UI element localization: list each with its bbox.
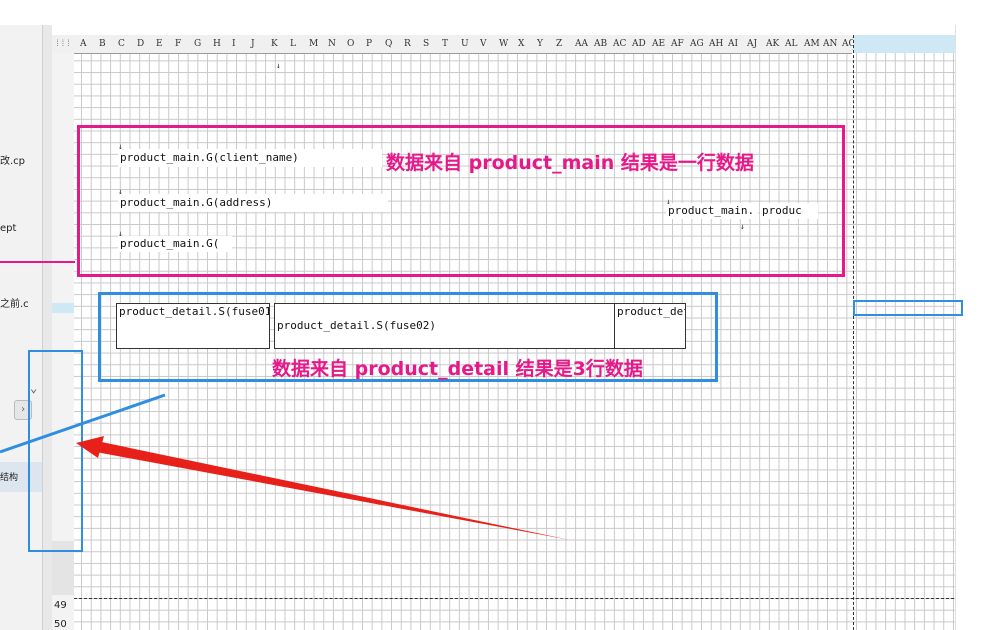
red-arrow-head <box>76 436 104 458</box>
red-arrow-body <box>92 440 570 540</box>
annotation-arrows <box>0 261 570 540</box>
